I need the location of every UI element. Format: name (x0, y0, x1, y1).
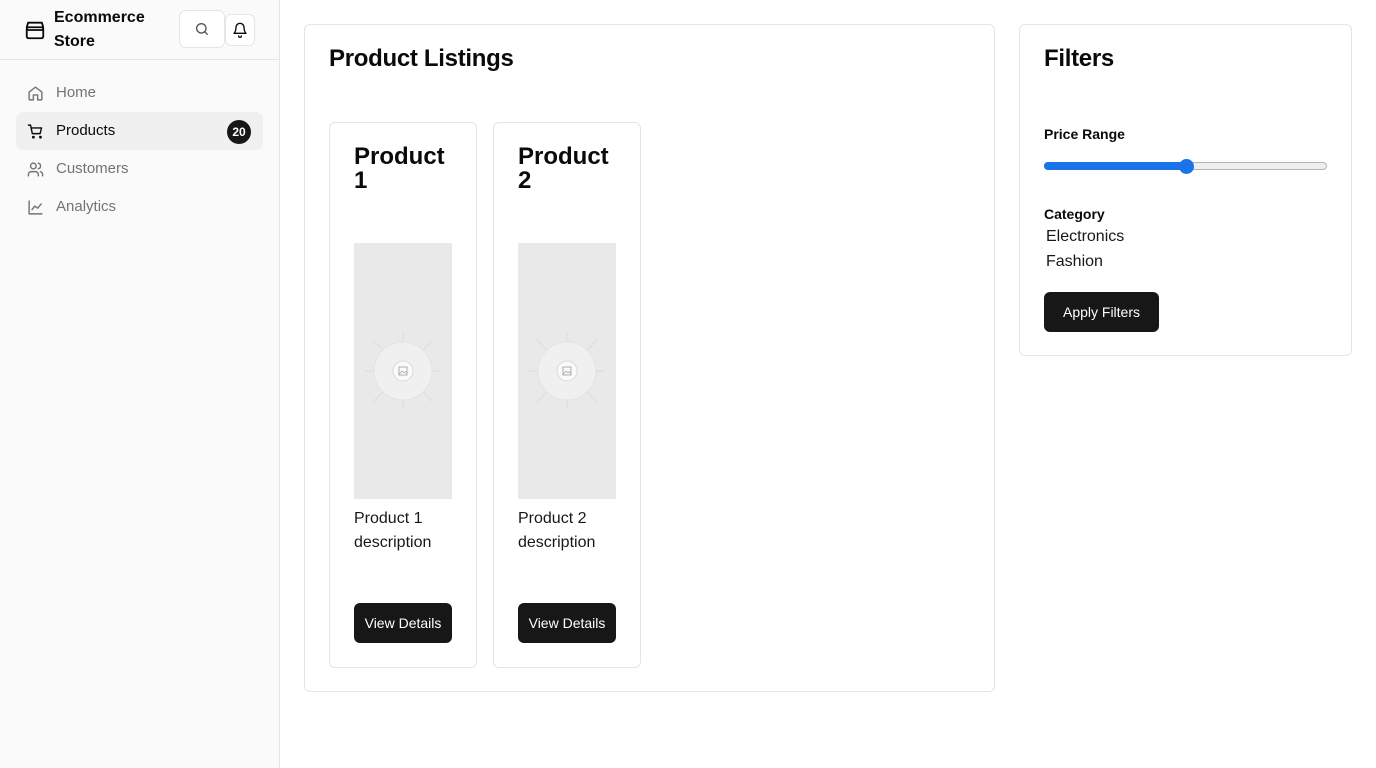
brand-header: Ecommerce Store (0, 0, 279, 60)
store-icon (25, 21, 45, 40)
product-description: Product 2 description (518, 510, 596, 551)
product-card: Product 1 Product 1 description View Det… (329, 122, 477, 668)
sidebar-item-label: Products (56, 122, 116, 139)
home-icon (28, 86, 43, 101)
product-title: Product 1 (354, 143, 445, 194)
slider-thumb[interactable] (1179, 159, 1194, 174)
sidebar-item-analytics[interactable]: Analytics (16, 188, 263, 226)
search-button[interactable] (179, 10, 225, 48)
sidebar-item-customers[interactable]: Customers (16, 150, 263, 188)
bell-icon (233, 22, 247, 38)
notifications-button[interactable] (225, 14, 255, 46)
count-badge: 20 (227, 120, 251, 144)
sidebar-item-label: Customers (56, 160, 129, 177)
filters-panel: Filters Price Range Category Electronics… (1019, 24, 1352, 356)
product-description: Product 1 description (354, 510, 432, 551)
image-placeholder-icon (365, 333, 441, 409)
cart-icon (27, 124, 43, 139)
sidebar-nav: Home Products 20 Customers Analytics (16, 74, 263, 226)
users-icon (27, 162, 44, 177)
category-option-electronics[interactable]: Electronics (1046, 228, 1124, 246)
sidebar-item-home[interactable]: Home (16, 74, 263, 112)
product-card: Product 2 Product 2 description View Det… (493, 122, 641, 668)
sidebar-item-label: Analytics (56, 198, 117, 215)
apply-filters-button[interactable]: Apply Filters (1044, 292, 1159, 332)
sidebar-item-label: Home (56, 84, 97, 101)
filters-title: Filters (1044, 45, 1114, 72)
price-range-label: Price Range (1044, 126, 1125, 142)
chart-line-icon (28, 200, 43, 215)
view-details-button[interactable]: View Details (354, 603, 452, 643)
product-image-placeholder (354, 243, 452, 499)
slider-fill (1044, 162, 1186, 170)
brand-name: Ecommerce Store (54, 9, 145, 50)
view-details-button[interactable]: View Details (518, 603, 616, 643)
sidebar: Ecommerce Store Home Products 20 Custome… (0, 0, 280, 768)
product-listings-panel: Product Listings Product 1 Product 1 des… (304, 24, 995, 692)
product-image-placeholder (518, 243, 616, 499)
sidebar-item-products[interactable]: Products 20 (16, 112, 263, 150)
price-range-slider[interactable] (1044, 159, 1327, 174)
category-option-fashion[interactable]: Fashion (1046, 253, 1103, 271)
category-label: Category (1044, 206, 1105, 222)
page-title: Product Listings (329, 45, 514, 72)
product-title: Product 2 (518, 143, 609, 194)
image-placeholder-icon (529, 333, 605, 409)
search-icon (196, 23, 208, 35)
